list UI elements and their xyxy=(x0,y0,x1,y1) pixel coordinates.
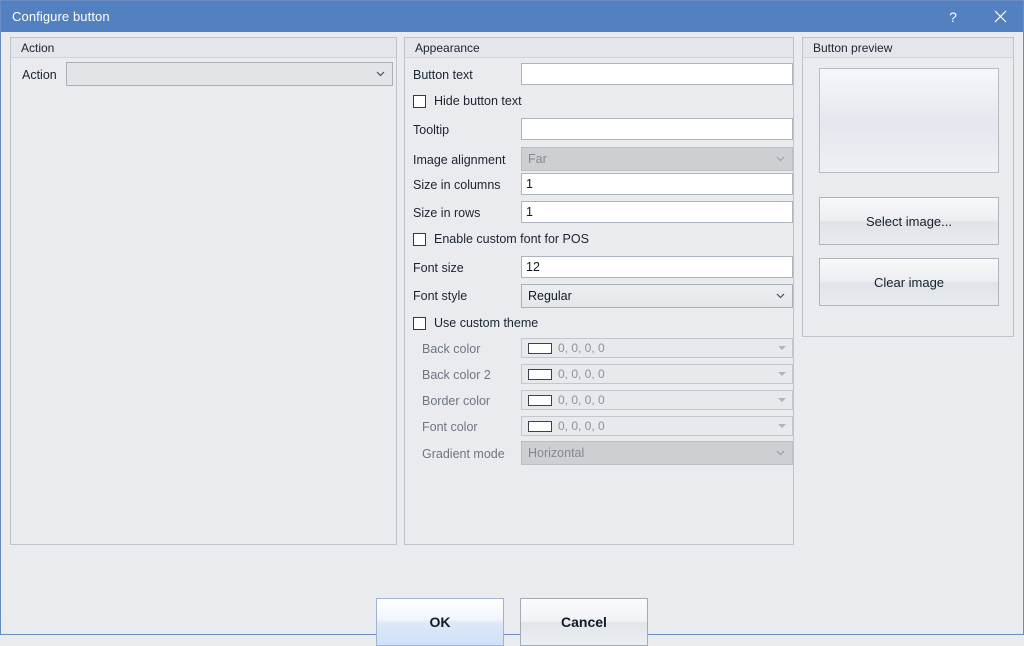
use-custom-theme-label: Use custom theme xyxy=(434,316,538,331)
appearance-group-title: Appearance xyxy=(415,41,480,55)
button-preview-group-body: Select image... Clear image xyxy=(803,59,1013,336)
help-button[interactable]: ? xyxy=(930,1,976,32)
triangle-down-icon xyxy=(778,346,786,350)
gradient-mode-value: Horizontal xyxy=(528,446,584,460)
enable-custom-font-checkbox-row[interactable]: Enable custom font for POS xyxy=(413,231,589,247)
font-style-dropdown[interactable]: Regular xyxy=(521,284,793,308)
dialog-client-area: Action Action Appearance Button text xyxy=(1,32,1023,634)
back-color-2-label: Back color 2 xyxy=(422,368,491,383)
gradient-mode-label: Gradient mode xyxy=(422,447,505,462)
image-alignment-value: Far xyxy=(528,152,547,166)
size-in-rows-input[interactable]: 1 xyxy=(521,201,793,223)
configure-button-dialog: Configure button ? Action Action xyxy=(0,0,1024,635)
back-color-label: Back color xyxy=(422,342,480,357)
use-custom-theme-checkbox-row[interactable]: Use custom theme xyxy=(413,315,538,331)
button-text-input[interactable] xyxy=(521,63,793,85)
select-image-label: Select image... xyxy=(866,214,952,229)
close-icon xyxy=(994,10,1007,23)
color-swatch-icon xyxy=(528,421,552,432)
title-bar: Configure button ? xyxy=(1,1,1023,32)
action-group-title: Action xyxy=(21,41,54,55)
color-swatch-icon xyxy=(528,395,552,406)
use-custom-theme-checkbox[interactable] xyxy=(413,317,426,330)
action-group-body: Action xyxy=(11,59,396,544)
appearance-group-header: Appearance xyxy=(405,38,793,58)
button-preview-group-title: Button preview xyxy=(813,41,892,55)
font-color-picker[interactable]: 0, 0, 0, 0 xyxy=(521,416,793,436)
button-preview-group-header: Button preview xyxy=(803,38,1013,58)
enable-custom-font-label: Enable custom font for POS xyxy=(434,232,589,247)
ok-button-label: OK xyxy=(430,614,451,630)
image-alignment-label: Image alignment xyxy=(413,153,505,168)
size-in-rows-label: Size in rows xyxy=(413,206,480,221)
ok-button[interactable]: OK xyxy=(376,598,504,646)
font-style-value: Regular xyxy=(528,289,572,303)
back-color-2-picker[interactable]: 0, 0, 0, 0 xyxy=(521,364,793,384)
button-text-label: Button text xyxy=(413,68,473,83)
font-size-input[interactable]: 12 xyxy=(521,256,793,278)
cancel-button-label: Cancel xyxy=(561,614,607,630)
select-image-button[interactable]: Select image... xyxy=(819,197,999,245)
window-title: Configure button xyxy=(12,9,110,24)
border-color-picker[interactable]: 0, 0, 0, 0 xyxy=(521,390,793,410)
clear-image-button[interactable]: Clear image xyxy=(819,258,999,306)
chevron-down-icon xyxy=(776,293,785,299)
chevron-down-icon xyxy=(776,156,785,162)
size-in-columns-label: Size in columns xyxy=(413,178,501,193)
font-size-label: Font size xyxy=(413,261,464,276)
hide-button-text-checkbox[interactable] xyxy=(413,95,426,108)
action-group: Action Action xyxy=(10,37,397,545)
appearance-group: Appearance Button text Hide button text … xyxy=(404,37,794,545)
font-style-label: Font style xyxy=(413,289,467,304)
button-preview-group: Button preview Select image... Clear ima… xyxy=(802,37,1014,337)
font-color-value: 0, 0, 0, 0 xyxy=(558,419,605,434)
button-preview-surface xyxy=(819,68,999,173)
tooltip-input[interactable] xyxy=(521,118,793,140)
border-color-value: 0, 0, 0, 0 xyxy=(558,393,605,408)
triangle-down-icon xyxy=(778,398,786,402)
color-swatch-icon xyxy=(528,369,552,380)
chevron-down-icon xyxy=(376,71,385,77)
color-swatch-icon xyxy=(528,343,552,354)
action-label: Action xyxy=(22,68,57,83)
font-color-label: Font color xyxy=(422,420,478,435)
back-color-value: 0, 0, 0, 0 xyxy=(558,341,605,356)
back-color-2-value: 0, 0, 0, 0 xyxy=(558,367,605,382)
triangle-down-icon xyxy=(778,372,786,376)
enable-custom-font-checkbox[interactable] xyxy=(413,233,426,246)
image-alignment-dropdown[interactable]: Far xyxy=(521,147,793,171)
chevron-down-icon xyxy=(776,450,785,456)
size-in-columns-input[interactable]: 1 xyxy=(521,173,793,195)
action-group-header: Action xyxy=(11,38,396,58)
tooltip-label: Tooltip xyxy=(413,123,449,138)
hide-button-text-checkbox-row[interactable]: Hide button text xyxy=(413,93,522,109)
close-button[interactable] xyxy=(977,1,1023,32)
clear-image-label: Clear image xyxy=(874,275,944,290)
border-color-label: Border color xyxy=(422,394,490,409)
action-dropdown[interactable] xyxy=(66,62,393,86)
cancel-button[interactable]: Cancel xyxy=(520,598,648,646)
appearance-group-body: Button text Hide button text Tooltip Ima… xyxy=(405,59,793,544)
back-color-picker[interactable]: 0, 0, 0, 0 xyxy=(521,338,793,358)
hide-button-text-label: Hide button text xyxy=(434,94,522,109)
triangle-down-icon xyxy=(778,424,786,428)
question-mark-icon: ? xyxy=(949,9,957,25)
gradient-mode-dropdown[interactable]: Horizontal xyxy=(521,441,793,465)
